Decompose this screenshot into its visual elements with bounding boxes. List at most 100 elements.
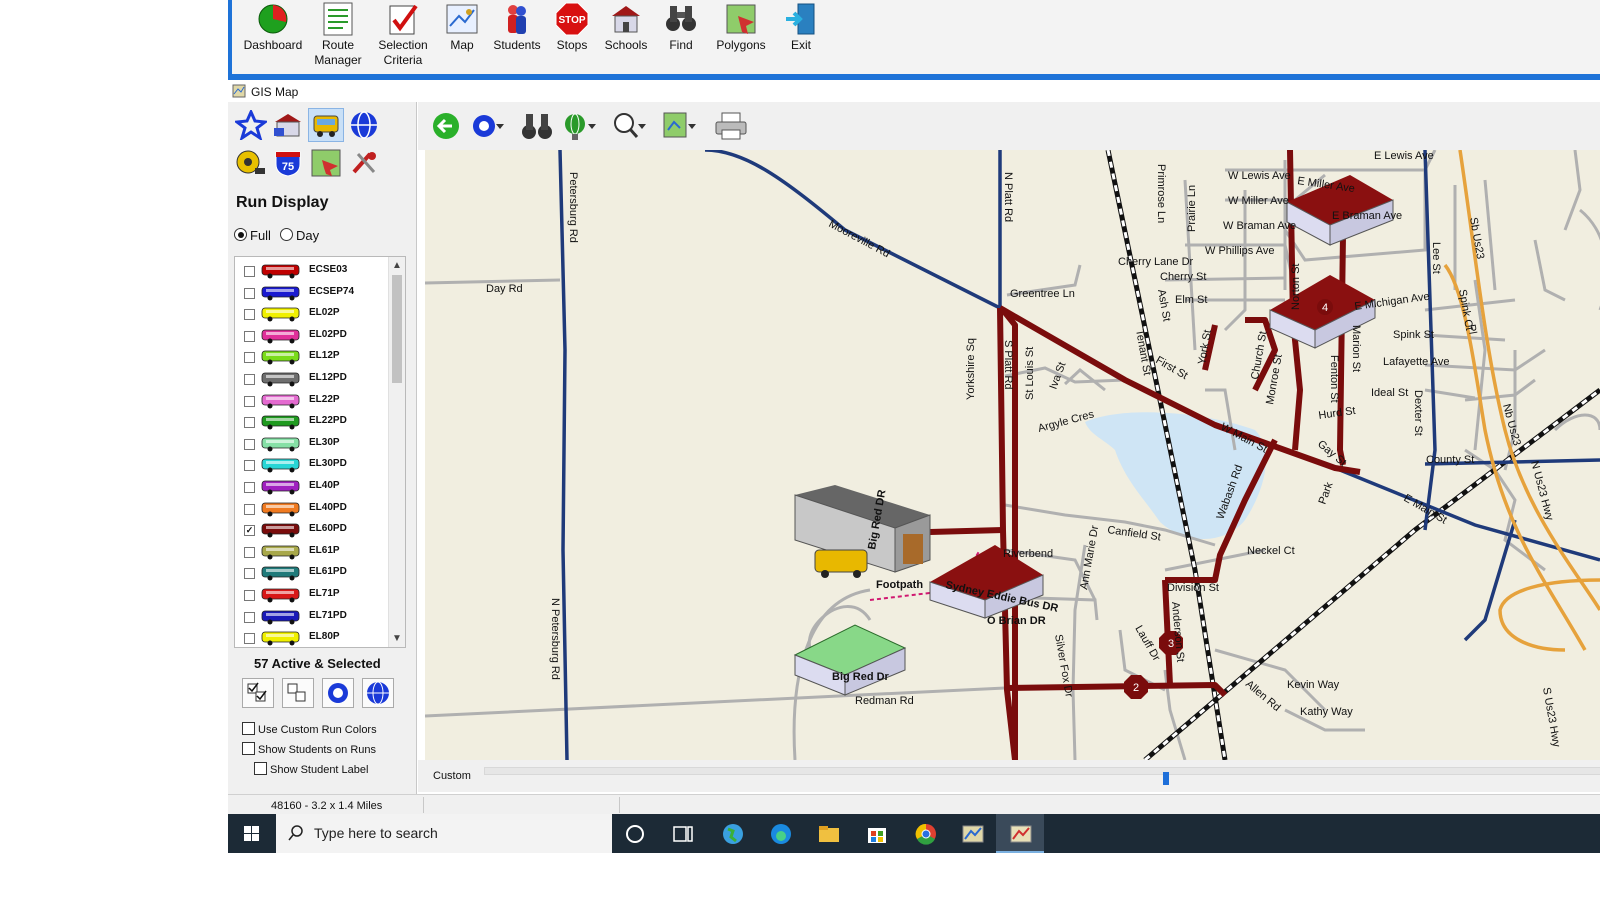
run-checkbox[interactable]: ✓ xyxy=(244,525,255,537)
find-binoculars-icon[interactable] xyxy=(520,110,554,142)
o-brian-dr-label: O Brian DR xyxy=(987,615,1046,627)
run-row[interactable]: EL12PD xyxy=(235,368,387,390)
run-checkbox[interactable] xyxy=(244,482,255,493)
uncheck-all-button[interactable] xyxy=(282,678,314,708)
run-name: EL40PD xyxy=(309,501,347,513)
tools-icon[interactable] xyxy=(348,148,380,178)
run-row[interactable]: EL02PD xyxy=(235,325,387,347)
run-row[interactable]: ECSE03 xyxy=(235,260,387,282)
radio-day[interactable]: Day xyxy=(280,228,319,243)
stop-marker-2[interactable]: 2 xyxy=(1124,675,1148,699)
run-row[interactable]: EL02P xyxy=(235,303,387,325)
run-row[interactable]: EL30PD xyxy=(235,454,387,476)
map-canvas[interactable]: 2 3 4 Petersburg Rd N Petersburg Rd Day … xyxy=(425,150,1600,760)
school-bus-stop-icon[interactable] xyxy=(272,110,304,140)
refresh-icon[interactable] xyxy=(470,110,504,142)
run-row[interactable]: EL80P xyxy=(235,627,387,647)
run-checkbox[interactable] xyxy=(244,330,255,342)
cortana-icon[interactable] xyxy=(622,821,648,847)
run-row[interactable]: EL71P xyxy=(235,584,387,606)
zoom-dropdown-icon[interactable] xyxy=(612,110,646,142)
scroll-thumb[interactable] xyxy=(392,275,402,383)
run-checkbox[interactable] xyxy=(244,546,255,558)
slider-thumb[interactable] xyxy=(1163,772,1169,785)
run-checkbox[interactable] xyxy=(244,611,255,623)
run-row[interactable]: EL40PD xyxy=(235,498,387,520)
taskbar-search[interactable]: Type here to search xyxy=(276,814,612,853)
run-row[interactable]: EL71PD xyxy=(235,606,387,628)
scroll-down-icon[interactable]: ▼ xyxy=(392,633,402,644)
lafayette-ct-label: Pl xyxy=(1465,323,1479,335)
dashboard-button[interactable]: Dashboard xyxy=(238,0,308,72)
check-all-button[interactable] xyxy=(242,678,274,708)
gis-map-task-icon[interactable] xyxy=(1008,821,1034,847)
tape-measure-icon[interactable] xyxy=(235,148,267,178)
run-checkbox[interactable] xyxy=(244,438,255,450)
routing-app-icon[interactable] xyxy=(960,821,986,847)
bus-icon[interactable] xyxy=(310,110,342,140)
edge-icon[interactable] xyxy=(768,821,794,847)
bus-icon xyxy=(261,480,300,495)
radio-day-button[interactable] xyxy=(280,228,293,241)
gis-map[interactable]: 2 3 4 Petersburg Rd N Petersburg Rd Day … xyxy=(425,150,1600,760)
task-view-icon[interactable] xyxy=(670,821,696,847)
scale-slider[interactable] xyxy=(484,767,1600,785)
route-manager-button[interactable]: Route Manager xyxy=(303,0,373,72)
run-checkbox[interactable] xyxy=(244,309,255,321)
run-row[interactable]: EL22P xyxy=(235,390,387,412)
run-list[interactable]: ECSE03 ECSEP74 EL02P EL02PD EL12P EL12PD EL22P… xyxy=(234,256,406,648)
run-row[interactable]: ECSEP74 xyxy=(235,282,387,304)
back-arrow-icon[interactable] xyxy=(430,110,464,142)
run-checkbox[interactable] xyxy=(244,503,255,515)
run-row[interactable]: EL12P xyxy=(235,346,387,368)
globe-app-icon[interactable] xyxy=(720,821,746,847)
map-layers-dropdown-icon[interactable] xyxy=(662,110,696,142)
run-checkbox[interactable] xyxy=(244,287,255,299)
show-student-label-checkbox[interactable] xyxy=(254,762,267,775)
run-checkbox[interactable] xyxy=(244,568,255,580)
exit-button[interactable]: Exit xyxy=(766,0,836,72)
bus-icon xyxy=(261,458,300,473)
globe-button[interactable] xyxy=(362,678,394,708)
run-name: EL60PD xyxy=(309,523,347,535)
show-students-checkbox[interactable] xyxy=(242,742,255,755)
show-student-label-option[interactable]: Show Student Label xyxy=(254,762,368,776)
print-icon[interactable] xyxy=(714,110,748,142)
bus-garage-building[interactable] xyxy=(794,485,931,578)
spink-st-label: Spink St xyxy=(1393,329,1434,341)
run-checkbox[interactable] xyxy=(244,417,255,429)
globe-dropdown-icon[interactable] xyxy=(562,110,596,142)
globe-search-icon[interactable] xyxy=(348,110,380,140)
run-checkbox[interactable] xyxy=(244,590,255,601)
windows-start-icon[interactable] xyxy=(228,814,276,853)
bus-icon xyxy=(261,372,300,387)
bus-icon xyxy=(261,415,300,430)
run-row[interactable]: ✓ EL60PD xyxy=(235,519,387,541)
run-checkbox[interactable] xyxy=(244,633,255,645)
run-row[interactable]: EL30P xyxy=(235,433,387,455)
radio-full-button[interactable] xyxy=(234,228,247,241)
show-students-option[interactable]: Show Students on Runs xyxy=(242,742,376,756)
run-row[interactable]: EL61PD xyxy=(235,562,387,584)
run-row[interactable]: EL61P xyxy=(235,541,387,563)
run-checkbox[interactable] xyxy=(244,266,255,277)
radio-full[interactable]: Full xyxy=(234,228,271,243)
interstate-75-icon[interactable]: 75 xyxy=(272,148,304,178)
polygon-tool-icon[interactable] xyxy=(310,148,342,178)
store-icon[interactable] xyxy=(864,821,890,847)
run-checkbox[interactable] xyxy=(244,374,255,385)
run-checkbox[interactable] xyxy=(244,460,255,472)
run-checkbox[interactable] xyxy=(244,352,255,364)
chrome-icon[interactable] xyxy=(913,821,939,847)
scroll-up-icon[interactable]: ▲ xyxy=(392,260,402,271)
run-row[interactable]: EL22PD xyxy=(235,411,387,433)
star-icon[interactable] xyxy=(235,110,267,140)
zoom-to-run-button[interactable] xyxy=(322,678,354,708)
run-checkbox[interactable] xyxy=(244,395,255,407)
custom-colors-checkbox[interactable] xyxy=(242,722,255,735)
run-row[interactable]: EL40P xyxy=(235,476,387,498)
file-explorer-icon[interactable] xyxy=(816,821,842,847)
custom-colors-option[interactable]: Use Custom Run Colors xyxy=(242,722,377,736)
run-list-scrollbar[interactable]: ▲ ▼ xyxy=(388,257,405,647)
neckel-ct-label: Neckel Ct xyxy=(1247,545,1295,557)
